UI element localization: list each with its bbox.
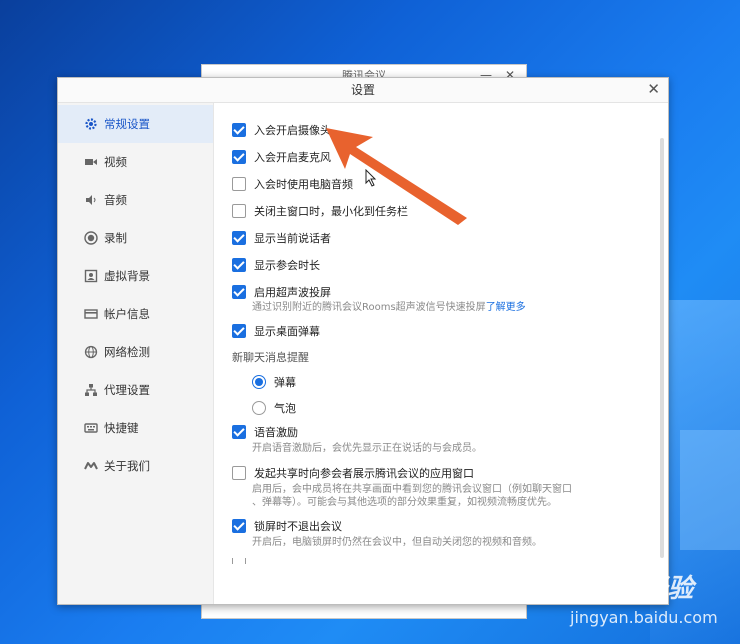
- gear-icon: [84, 117, 98, 131]
- chat-bubble-radio[interactable]: [252, 401, 266, 415]
- lock-screen-checkbox[interactable]: [232, 519, 246, 533]
- chat-popup-radio[interactable]: [252, 375, 266, 389]
- camera-on-join-checkbox[interactable]: [232, 123, 246, 137]
- sidebar-item-virtual-background[interactable]: 虚拟背景: [58, 257, 213, 295]
- record-icon: [84, 231, 98, 245]
- settings-window: 设置 ✕ 常规设置 视频 音频 录制 虚拟背景 帐户信息 网络检测 代理设置 快…: [57, 77, 669, 605]
- sidebar-item-general[interactable]: 常规设置: [58, 105, 213, 143]
- sidebar-item-label: 虚拟背景: [104, 269, 150, 283]
- voice-activation-description: 开启语音激励后，会优先显示正在说话的与会成员。: [252, 443, 482, 454]
- cut-off-checkbox[interactable]: [232, 558, 246, 564]
- scrollbar[interactable]: [660, 138, 664, 558]
- mouse-cursor-icon: [365, 169, 377, 187]
- share-app-window-option[interactable]: 发起共享时向参会者展示腾讯会议的应用窗口: [232, 465, 474, 481]
- ultrasonic-option[interactable]: 启用超声波投屏: [232, 284, 331, 300]
- ultrasonic-checkbox[interactable]: [232, 285, 246, 299]
- close-button[interactable]: ✕: [647, 80, 660, 98]
- camera-on-join-label: 入会开启摄像头: [254, 124, 331, 137]
- sidebar-item-label: 帐户信息: [104, 307, 150, 321]
- mic-on-join-label: 入会开启麦克风: [254, 151, 331, 164]
- sidebar-item-label: 代理设置: [104, 383, 150, 397]
- video-icon: [84, 155, 98, 169]
- ultrasonic-label: 启用超声波投屏: [254, 286, 331, 299]
- sidebar-item-label: 关于我们: [104, 459, 150, 473]
- sidebar-item-audio[interactable]: 音频: [58, 181, 213, 219]
- settings-titlebar: 设置 ✕: [58, 78, 668, 103]
- share-app-window-label: 发起共享时向参会者展示腾讯会议的应用窗口: [254, 467, 474, 480]
- network-icon: [84, 383, 98, 397]
- sidebar-item-label: 视频: [104, 155, 127, 169]
- sidebar-item-label: 网络检测: [104, 345, 150, 359]
- sidebar-item-record[interactable]: 录制: [58, 219, 213, 257]
- learn-more-link[interactable]: 了解更多: [486, 302, 526, 313]
- sidebar-item-shortcuts[interactable]: 快捷键: [58, 409, 213, 447]
- ultrasonic-description: 通过识别附近的腾讯会议Rooms超声波信号快速投屏了解更多: [252, 301, 526, 314]
- globe-icon: [84, 345, 98, 359]
- voice-activation-checkbox[interactable]: [232, 425, 246, 439]
- sidebar-item-label: 快捷键: [104, 421, 139, 435]
- computer-audio-option[interactable]: 入会时使用电脑音频: [232, 176, 353, 192]
- sidebar: 常规设置 视频 音频 录制 虚拟背景 帐户信息 网络检测 代理设置 快捷键 关于…: [58, 103, 214, 604]
- share-app-window-description-1: 启用后，会中成员将在共享画面中看到您的腾讯会议窗口（例如聊天窗口: [252, 484, 572, 495]
- minimize-to-tray-label: 关闭主窗口时，最小化到任务栏: [254, 205, 408, 218]
- mic-on-join-option[interactable]: 入会开启麦克风: [232, 149, 331, 165]
- show-speaker-label: 显示当前说话者: [254, 232, 331, 245]
- desktop-popup-checkbox[interactable]: [232, 324, 246, 338]
- show-duration-label: 显示参会时长: [254, 259, 320, 272]
- chat-notification-section-label: 新聊天消息提醒: [232, 351, 309, 364]
- card-icon: [84, 307, 98, 321]
- cut-off-option[interactable]: [232, 558, 254, 564]
- sidebar-item-label: 录制: [104, 231, 127, 245]
- keyboard-icon: [84, 421, 98, 435]
- show-speaker-option[interactable]: 显示当前说话者: [232, 230, 331, 246]
- sidebar-item-proxy[interactable]: 代理设置: [58, 371, 213, 409]
- desktop-popup-label: 显示桌面弹幕: [254, 325, 320, 338]
- chat-popup-option[interactable]: 弹幕: [252, 374, 296, 390]
- voice-activation-label: 语音激励: [254, 426, 298, 439]
- settings-content: 入会开启摄像头 入会开启麦克风 入会时使用电脑音频 关闭主窗口时，最小化到任务栏…: [214, 103, 668, 604]
- sidebar-item-label: 音频: [104, 193, 127, 207]
- chat-bubble-label: 气泡: [274, 402, 296, 415]
- sidebar-item-network-test[interactable]: 网络检测: [58, 333, 213, 371]
- sidebar-item-label: 常规设置: [104, 117, 150, 131]
- chat-popup-label: 弹幕: [274, 376, 296, 389]
- desktop-light-panel-2: [680, 430, 740, 550]
- sidebar-item-account[interactable]: 帐户信息: [58, 295, 213, 333]
- portrait-icon: [84, 269, 98, 283]
- settings-title: 设置: [350, 83, 375, 97]
- show-duration-checkbox[interactable]: [232, 258, 246, 272]
- watermark-sub: jingyan.baidu.com: [570, 608, 718, 627]
- minimize-to-tray-option[interactable]: 关闭主窗口时，最小化到任务栏: [232, 203, 408, 219]
- share-app-window-description-2: 、弹幕等）。可能会与其他选项的部分效果重复，如视频流畅度优先。: [252, 497, 557, 508]
- minimize-to-tray-checkbox[interactable]: [232, 204, 246, 218]
- sidebar-item-about[interactable]: 关于我们: [58, 447, 213, 485]
- speaker-icon: [84, 193, 98, 207]
- lock-screen-option[interactable]: 锁屏时不退出会议: [232, 518, 342, 534]
- share-app-window-checkbox[interactable]: [232, 466, 246, 480]
- mic-on-join-checkbox[interactable]: [232, 150, 246, 164]
- sidebar-item-video[interactable]: 视频: [58, 143, 213, 181]
- voice-activation-option[interactable]: 语音激励: [232, 424, 298, 440]
- ultrasonic-desc-text: 通过识别附近的腾讯会议Rooms超声波信号快速投屏: [252, 302, 486, 313]
- lock-screen-label: 锁屏时不退出会议: [254, 520, 342, 533]
- show-speaker-checkbox[interactable]: [232, 231, 246, 245]
- watermark-main: Baidu经验: [558, 574, 694, 604]
- logo-icon: [84, 459, 98, 473]
- show-duration-option[interactable]: 显示参会时长: [232, 257, 320, 273]
- camera-on-join-option[interactable]: 入会开启摄像头: [232, 122, 331, 138]
- desktop-popup-option[interactable]: 显示桌面弹幕: [232, 323, 320, 339]
- chat-bubble-option[interactable]: 气泡: [252, 400, 296, 416]
- lock-screen-description: 开启后，电脑锁屏时仍然在会议中，但自动关闭您的视频和音频。: [252, 537, 542, 548]
- computer-audio-checkbox[interactable]: [232, 177, 246, 191]
- baidu-watermark: Baidu经验 jingyan.baidu.com: [550, 566, 730, 636]
- computer-audio-label: 入会时使用电脑音频: [254, 178, 353, 191]
